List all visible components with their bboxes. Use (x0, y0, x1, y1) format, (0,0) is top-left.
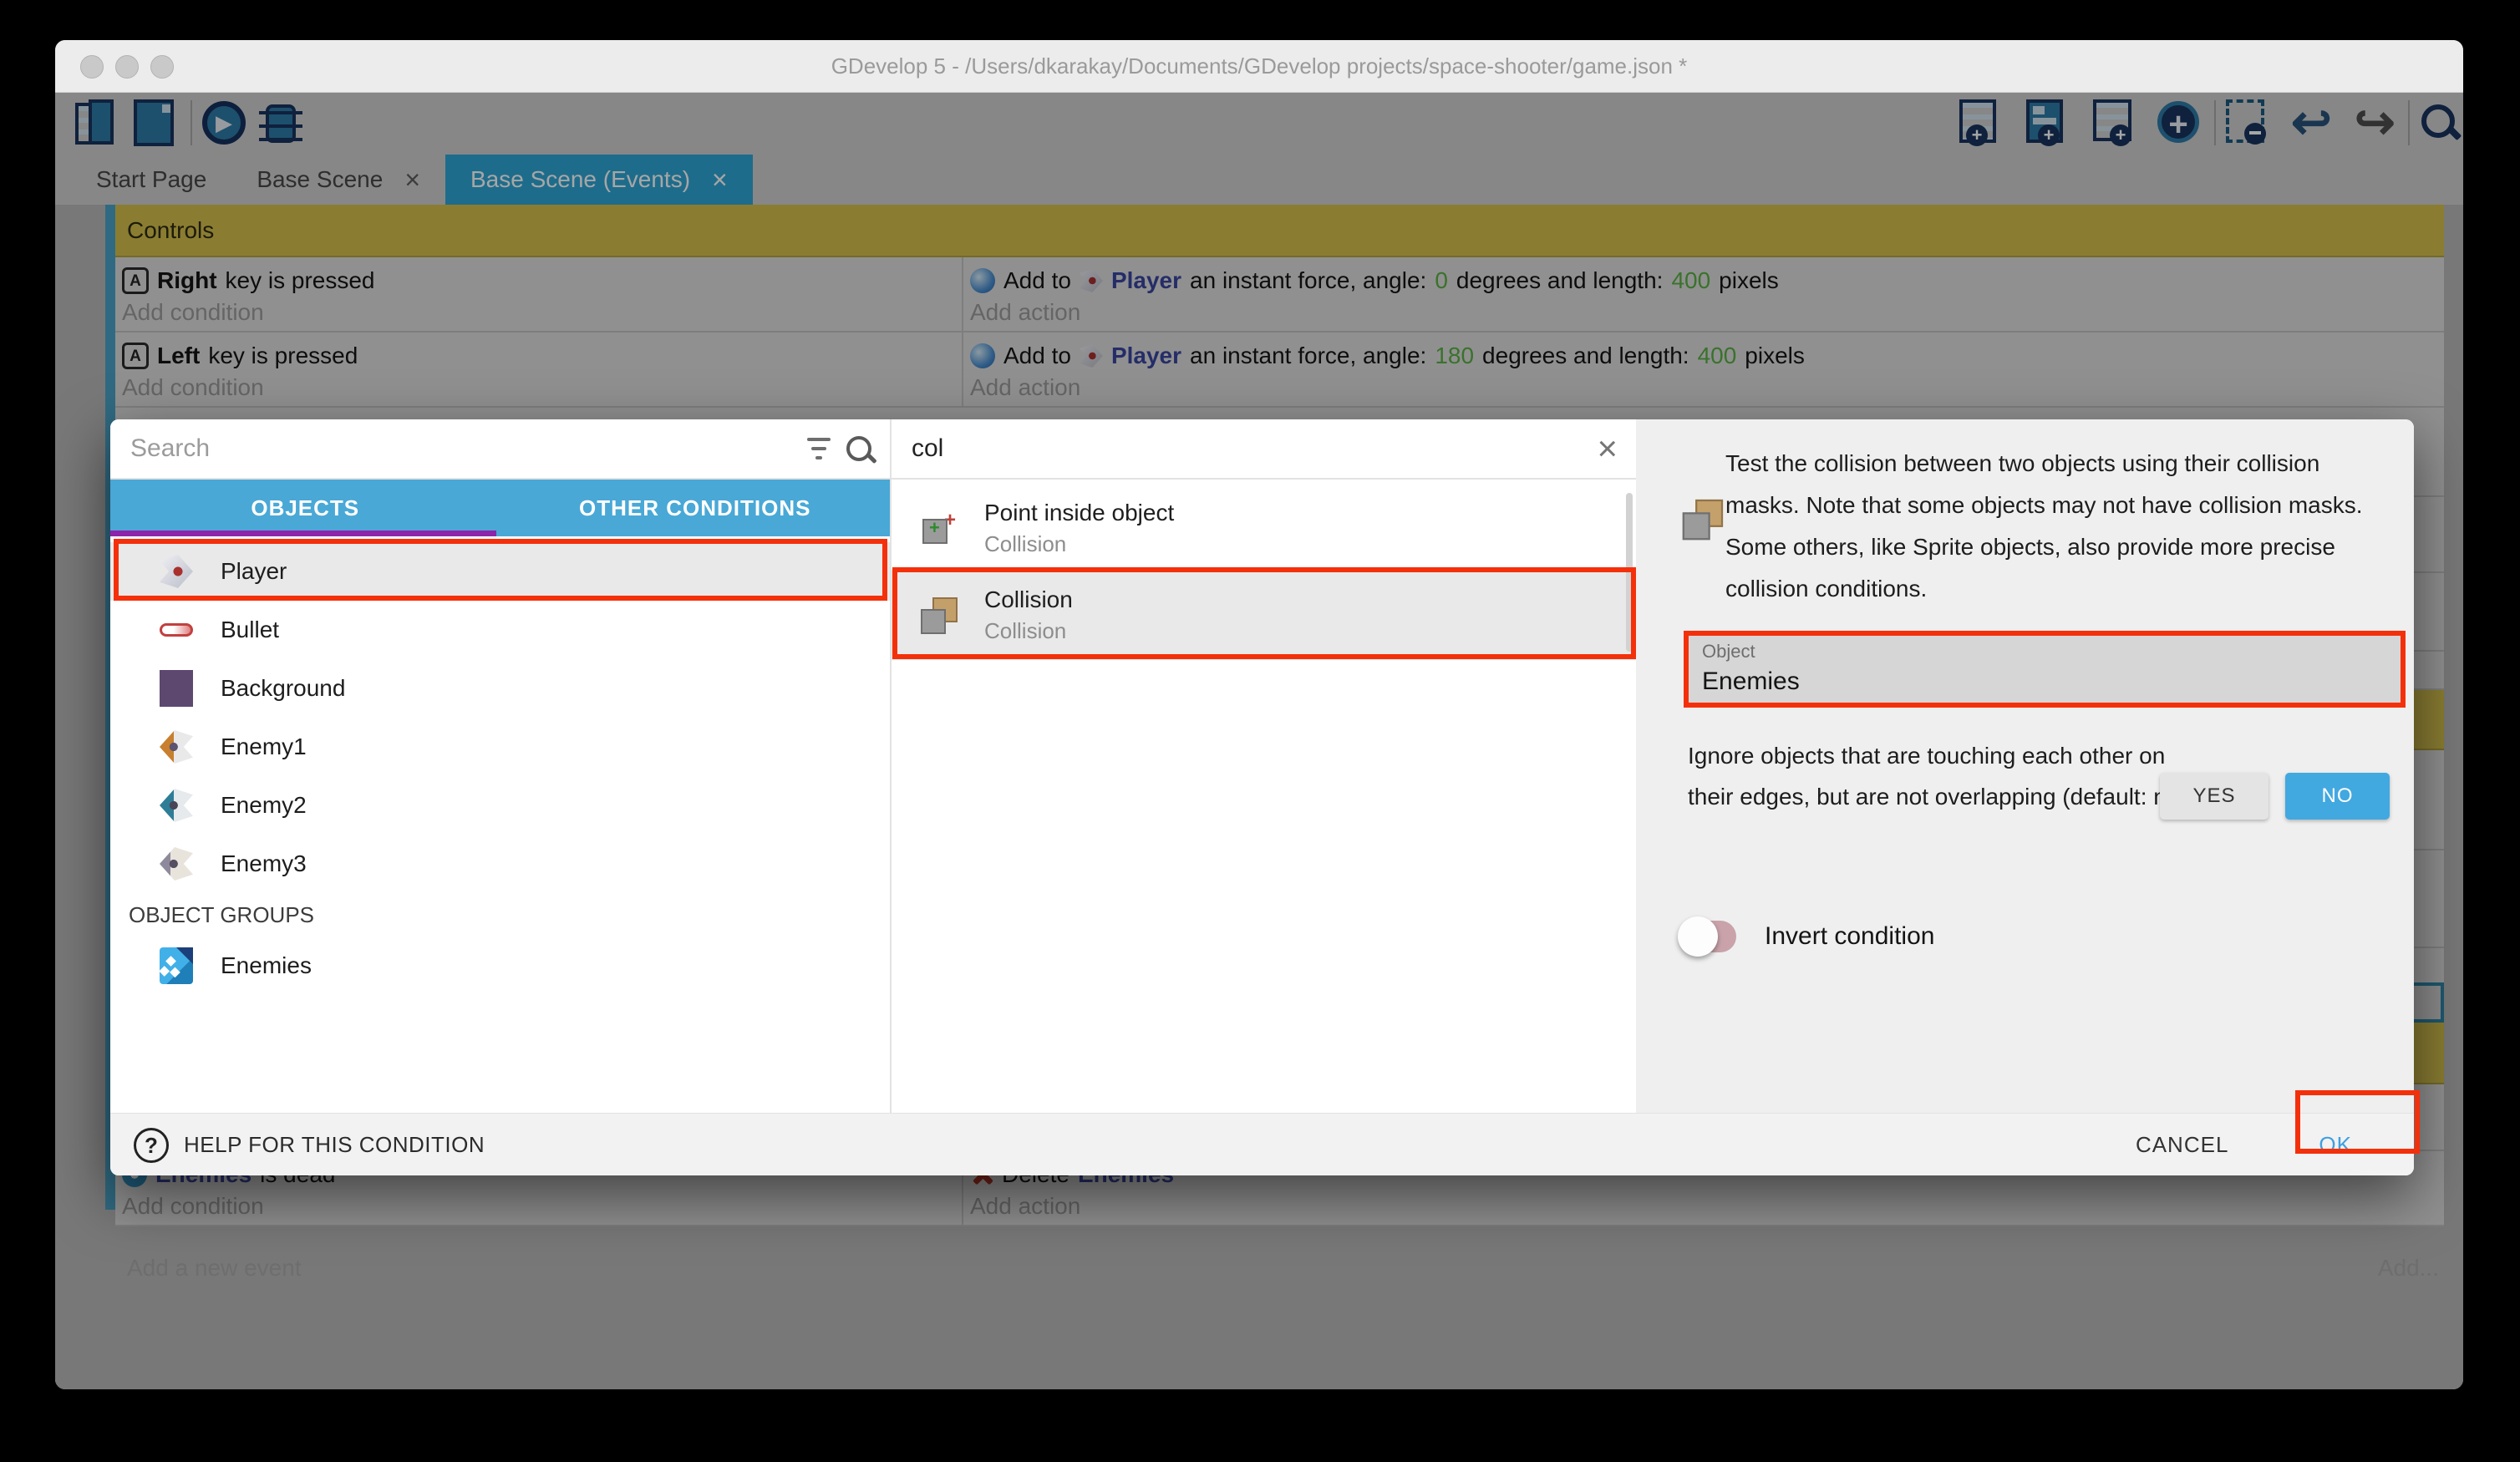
clear-search-icon[interactable]: × (1597, 431, 1618, 466)
condition-detail-panel: Test the collision between two objects u… (1636, 419, 2414, 1113)
collision-icon (921, 596, 959, 634)
choose-condition-dialog: OBJECTS OTHER CONDITIONS Player Bullet (110, 419, 2414, 1175)
condition-source-tabs: OBJECTS OTHER CONDITIONS (110, 480, 890, 536)
object-item-player[interactable]: Player (110, 542, 890, 601)
point-inside-object-icon: + + (921, 509, 959, 547)
condition-search-row: × (892, 419, 1636, 480)
condition-list-panel: × + + Point inside object Collision (890, 419, 1636, 1113)
scrollbar[interactable] (1626, 493, 1633, 652)
object-group-icon (159, 948, 194, 983)
search-icon (846, 436, 871, 461)
tab-other-conditions[interactable]: OTHER CONDITIONS (500, 480, 891, 536)
enemy3-ship-icon (159, 846, 194, 881)
enemy2-ship-icon (159, 788, 194, 823)
object-search-input[interactable] (129, 434, 791, 464)
invert-toggle[interactable] (1681, 921, 1736, 952)
object-item-background[interactable]: Background (110, 659, 890, 718)
cancel-button[interactable]: CANCEL (2131, 1131, 2233, 1159)
condition-description: Test the collision between two objects u… (1725, 443, 2390, 610)
enemy1-ship-icon (159, 729, 194, 764)
object-list-panel: OBJECTS OTHER CONDITIONS Player Bullet (110, 419, 890, 1113)
desktop: GDevelop 5 - /Users/dkarakay/Documents/G… (0, 0, 2520, 1462)
no-button[interactable]: NO (2285, 773, 2390, 820)
titlebar: GDevelop 5 - /Users/dkarakay/Documents/G… (55, 40, 2463, 93)
object-item-bullet[interactable]: Bullet (110, 601, 890, 659)
bullet-icon (159, 612, 194, 647)
group-item-enemies[interactable]: Enemies (110, 937, 890, 995)
object-item-enemy3[interactable]: Enemy3 (110, 835, 890, 893)
player-ship-icon (159, 554, 194, 589)
filter-icon[interactable] (806, 438, 831, 459)
yes-button[interactable]: YES (2160, 773, 2269, 820)
object-list: Player Bullet Background Enemy1 (110, 536, 890, 1113)
collision-icon (1683, 498, 1725, 541)
active-tab-indicator (110, 530, 496, 536)
tab-objects[interactable]: OBJECTS (110, 480, 500, 536)
background-icon (159, 671, 194, 706)
object-item-enemy2[interactable]: Enemy2 (110, 776, 890, 835)
object-field[interactable]: Object Enemies (1684, 632, 2406, 706)
ok-button[interactable]: OK (2314, 1131, 2357, 1159)
object-groups-header: OBJECT GROUPS (110, 893, 890, 937)
invert-condition-row: Invert condition (1681, 921, 1934, 952)
help-link[interactable]: ? HELP FOR THIS CONDITION (134, 1128, 485, 1163)
window-title: GDevelop 5 - /Users/dkarakay/Documents/G… (55, 40, 2463, 92)
condition-item-point-inside[interactable]: + + Point inside object Collision (892, 486, 1636, 570)
object-search-row (110, 419, 890, 480)
help-icon: ? (134, 1128, 169, 1163)
window-content: ▶ + + + + (55, 92, 2463, 1389)
object-item-enemy1[interactable]: Enemy1 (110, 718, 890, 776)
condition-item-collision[interactable]: Collision Collision (892, 570, 1636, 660)
app-window: GDevelop 5 - /Users/dkarakay/Documents/G… (55, 40, 2463, 1389)
ignore-touching-label: Ignore objects that are touching each ot… (1688, 735, 2197, 817)
dialog-footer: ? HELP FOR THIS CONDITION CANCEL OK (110, 1113, 2414, 1175)
condition-search-input[interactable] (910, 434, 1582, 464)
